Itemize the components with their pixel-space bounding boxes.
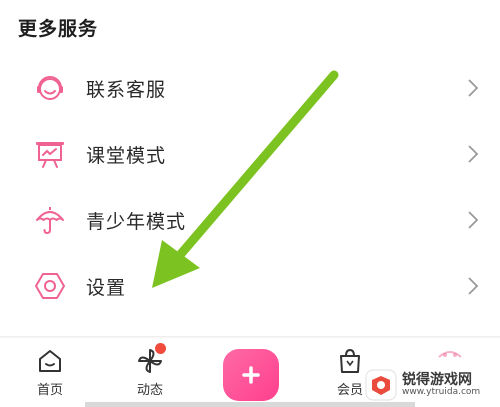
- section-title: 更多服务: [18, 18, 99, 40]
- more-services-page: 更多服务 联系客服 课堂模式 青少年模式 设置 首页 动态 会员 锐得游戏网 w…: [0, 0, 500, 407]
- menu-item-classroom-mode[interactable]: 课堂模式: [0, 121, 500, 187]
- watermark-name: 锐得游戏网: [402, 372, 472, 388]
- menu-item-contact-service[interactable]: 联系客服: [0, 55, 500, 121]
- menu-item-label: 课堂模式: [86, 144, 167, 167]
- menu-item-settings[interactable]: 设置: [0, 253, 500, 319]
- create-post-button[interactable]: [223, 349, 279, 401]
- classroom-board-icon: [36, 142, 64, 168]
- menu-item-label: 联系客服: [86, 78, 167, 101]
- menu-item-label: 青少年模式: [86, 210, 187, 233]
- chevron-right-icon: [468, 145, 479, 163]
- plus-icon: [242, 366, 260, 384]
- chevron-right-icon: [468, 277, 479, 295]
- chevron-right-icon: [468, 211, 479, 229]
- hexagon-settings-icon: [35, 273, 65, 299]
- chevron-right-icon: [468, 79, 479, 97]
- menu-item-label: 设置: [86, 276, 127, 299]
- tab-label: 动态: [136, 383, 163, 398]
- notification-badge: [155, 343, 166, 354]
- menu-item-youth-mode[interactable]: 青少年模式: [0, 187, 500, 253]
- headset-icon: [37, 76, 63, 100]
- home-icon: [39, 350, 61, 372]
- tab-home[interactable]: 首页: [10, 347, 90, 403]
- shopping-bag-icon: [340, 348, 360, 373]
- services-menu: 联系客服 课堂模式 青少年模式 设置: [0, 55, 500, 319]
- watermark: 锐得游戏网 www.ytruida.com: [364, 367, 494, 403]
- tab-label: 首页: [36, 383, 63, 398]
- watermark-logo-icon: [365, 369, 397, 401]
- watermark-url: www.ytruida.com: [402, 387, 481, 397]
- umbrella-icon: [36, 207, 64, 235]
- tab-dynamics[interactable]: 动态: [110, 347, 190, 403]
